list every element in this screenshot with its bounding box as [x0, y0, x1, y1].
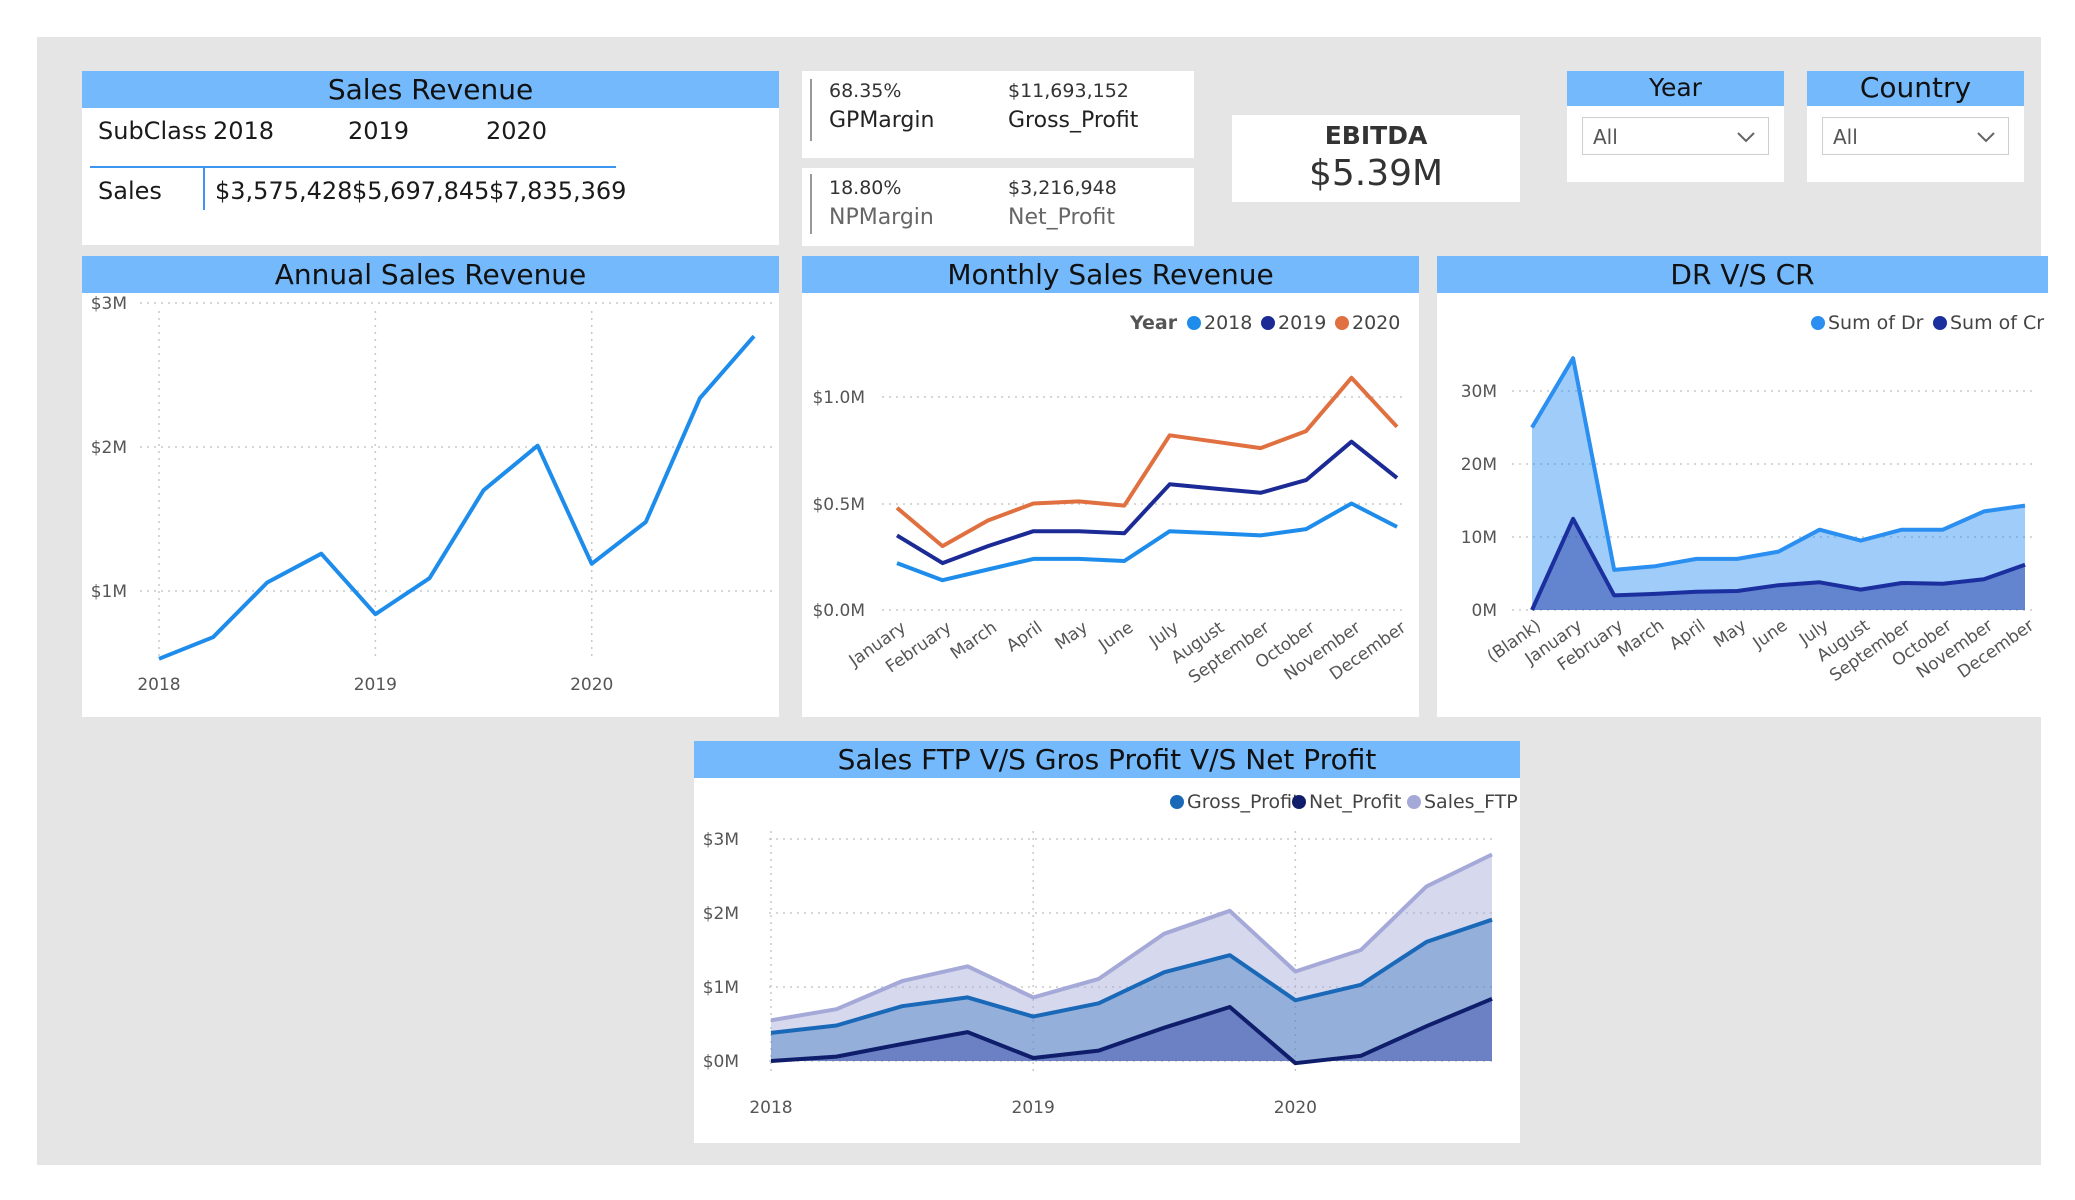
- legend-label: Net_Profit: [1309, 791, 1401, 813]
- x-tick-label: 2018: [749, 1098, 792, 1118]
- legend-marker: [1170, 795, 1184, 809]
- profit-chart: $0M $1M $2M $3M 2018 2019 2020 Gross_Profit Net_…: [703, 791, 1518, 1118]
- chevron-down-icon: [1737, 132, 1755, 143]
- x-tick-label: 2019: [354, 675, 397, 695]
- legend-label: 2019: [1278, 312, 1326, 334]
- np-margin-value: 18.80%: [829, 177, 902, 199]
- legend-marker: [1335, 316, 1349, 330]
- legend-marker: [1811, 316, 1825, 330]
- y-tick-label: $3M: [91, 294, 127, 314]
- net-profit-label: Net_Profit: [1008, 205, 1116, 230]
- kpi-card-net: 18.80% NPMargin $3,216,948 Net_Profit: [802, 168, 1194, 246]
- profit-panel: Sales FTP V/S Gros Profit V/S Net Profit…: [694, 741, 1520, 1143]
- year-slicer-title: Year: [1567, 71, 1784, 106]
- sales-revenue-title: Sales Revenue: [82, 71, 779, 108]
- sales-revenue-panel: Sales Revenue SubClass 2018 2019 2020 Sa…: [82, 71, 779, 245]
- country-slicer: Country All: [1807, 71, 2024, 182]
- table-cell-2019: $5,697,845: [352, 177, 490, 205]
- legend-title: Year: [1129, 312, 1178, 334]
- year-slicer: Year All: [1567, 71, 1784, 182]
- legend-marker: [1187, 316, 1201, 330]
- table-cell-2018: $3,575,428: [215, 177, 353, 205]
- legend-label: Sales_FTP: [1424, 791, 1518, 813]
- kpi-accent-bar: [810, 79, 812, 141]
- y-tick-label: $0M: [703, 1052, 739, 1072]
- table-header-subclass: SubClass: [98, 117, 207, 145]
- x-tick-label: April: [1003, 618, 1046, 657]
- x-tick-label: 2019: [1012, 1098, 1055, 1118]
- y-tick-label: 20M: [1461, 455, 1497, 475]
- y-tick-label: 10M: [1461, 528, 1497, 548]
- y-tick-label: $3M: [703, 830, 739, 850]
- y-tick-label: $2M: [91, 438, 127, 458]
- monthly-sales-chart: $0.0M$0.5M$1.0MJanuaryFebruaryMarch April…: [812, 312, 1409, 688]
- x-tick-label: March: [947, 618, 1001, 664]
- x-tick-label: May: [1710, 616, 1750, 653]
- table-row-label: Sales: [98, 177, 162, 205]
- country-slicer-title: Country: [1807, 71, 2024, 106]
- kpi-accent-bar: [810, 174, 812, 234]
- gp-margin-value: 68.35%: [829, 80, 902, 102]
- gross-profit-value: $11,693,152: [1008, 80, 1129, 102]
- x-tick-label: April: [1666, 616, 1709, 655]
- year-dropdown[interactable]: All: [1582, 117, 1769, 155]
- table-header-2018: 2018: [213, 117, 275, 145]
- np-margin-label: NPMargin: [829, 205, 934, 230]
- legend-label: Sum of Cr: [1950, 312, 2044, 334]
- x-tick-label: 2020: [1274, 1098, 1317, 1118]
- legend-label: 2020: [1352, 312, 1400, 334]
- y-tick-label: $0.0M: [812, 601, 865, 621]
- country-dropdown[interactable]: All: [1822, 117, 2009, 155]
- y-tick-label: $1.0M: [812, 388, 865, 408]
- kpi-card-gross: 68.35% GPMargin $11,693,152 Gross_Profit: [802, 71, 1194, 158]
- country-dropdown-value: All: [1833, 125, 1858, 149]
- table-header-2019: 2019: [348, 117, 410, 145]
- monthly-sales-panel: Monthly Sales Revenue $0.0M $0.5M $1.0M Jan…: [802, 256, 1419, 717]
- dr-area: [1532, 358, 2025, 610]
- x-tick-label: 2018: [137, 675, 180, 695]
- x-tick-label: March: [1614, 616, 1668, 662]
- year-dropdown-value: All: [1593, 125, 1618, 149]
- chevron-down-icon: [1977, 132, 1995, 143]
- annual-sales-chart: $1M $2M $3M 2018 2019 2020: [91, 294, 772, 695]
- gross-profit-label: Gross_Profit: [1008, 108, 1139, 133]
- ebitda-label: EBITDA: [1324, 121, 1428, 150]
- table-divider: [90, 166, 616, 168]
- ebitda-card: EBITDA $5.39M: [1232, 115, 1520, 202]
- y-tick-label: $0.5M: [812, 495, 865, 515]
- y-tick-label: $1M: [91, 582, 127, 602]
- x-tick-label: June: [1095, 618, 1138, 656]
- table-header-2020: 2020: [486, 117, 548, 145]
- y-tick-label: $2M: [703, 904, 739, 924]
- y-tick-label: 30M: [1461, 382, 1497, 402]
- legend-marker: [1933, 316, 1947, 330]
- x-tick-label: May: [1051, 618, 1091, 655]
- x-tick-label: June: [1749, 616, 1792, 654]
- x-tick-label: 2020: [570, 675, 613, 695]
- y-tick-label: $1M: [703, 978, 739, 998]
- legend-label: Gross_Profit: [1187, 791, 1300, 813]
- legend-marker: [1292, 795, 1306, 809]
- table-row-divider: [203, 167, 205, 210]
- ebitda-value: $5.39M: [1308, 153, 1444, 194]
- table-cell-2020: $7,835,369: [489, 177, 627, 205]
- dr-cr-chart: 0M10M20M30M(Blank)JanuaryFebruaryMarchAp…: [1461, 312, 2045, 686]
- legend-label: Sum of Dr: [1828, 312, 1924, 334]
- dashboard-canvas: Sales Revenue SubClass 2018 2019 2020 Sa…: [37, 37, 2048, 1165]
- series-line-2018: [896, 501, 1398, 583]
- y-tick-label: 0M: [1472, 601, 1497, 621]
- legend-label: 2018: [1204, 312, 1252, 334]
- legend-marker: [1261, 316, 1275, 330]
- dr-cr-panel: DR V/S CR 0M 10M 20M 30M (Blank) January Febru…: [1437, 256, 2048, 717]
- net-profit-value: $3,216,948: [1008, 177, 1117, 199]
- gp-margin-label: GPMargin: [829, 108, 935, 133]
- annual-sales-panel: Annual Sales Revenue $1M $2M $3M 2018 2019 20…: [82, 256, 779, 717]
- annual-sales-line: [158, 334, 756, 661]
- legend-marker: [1407, 795, 1421, 809]
